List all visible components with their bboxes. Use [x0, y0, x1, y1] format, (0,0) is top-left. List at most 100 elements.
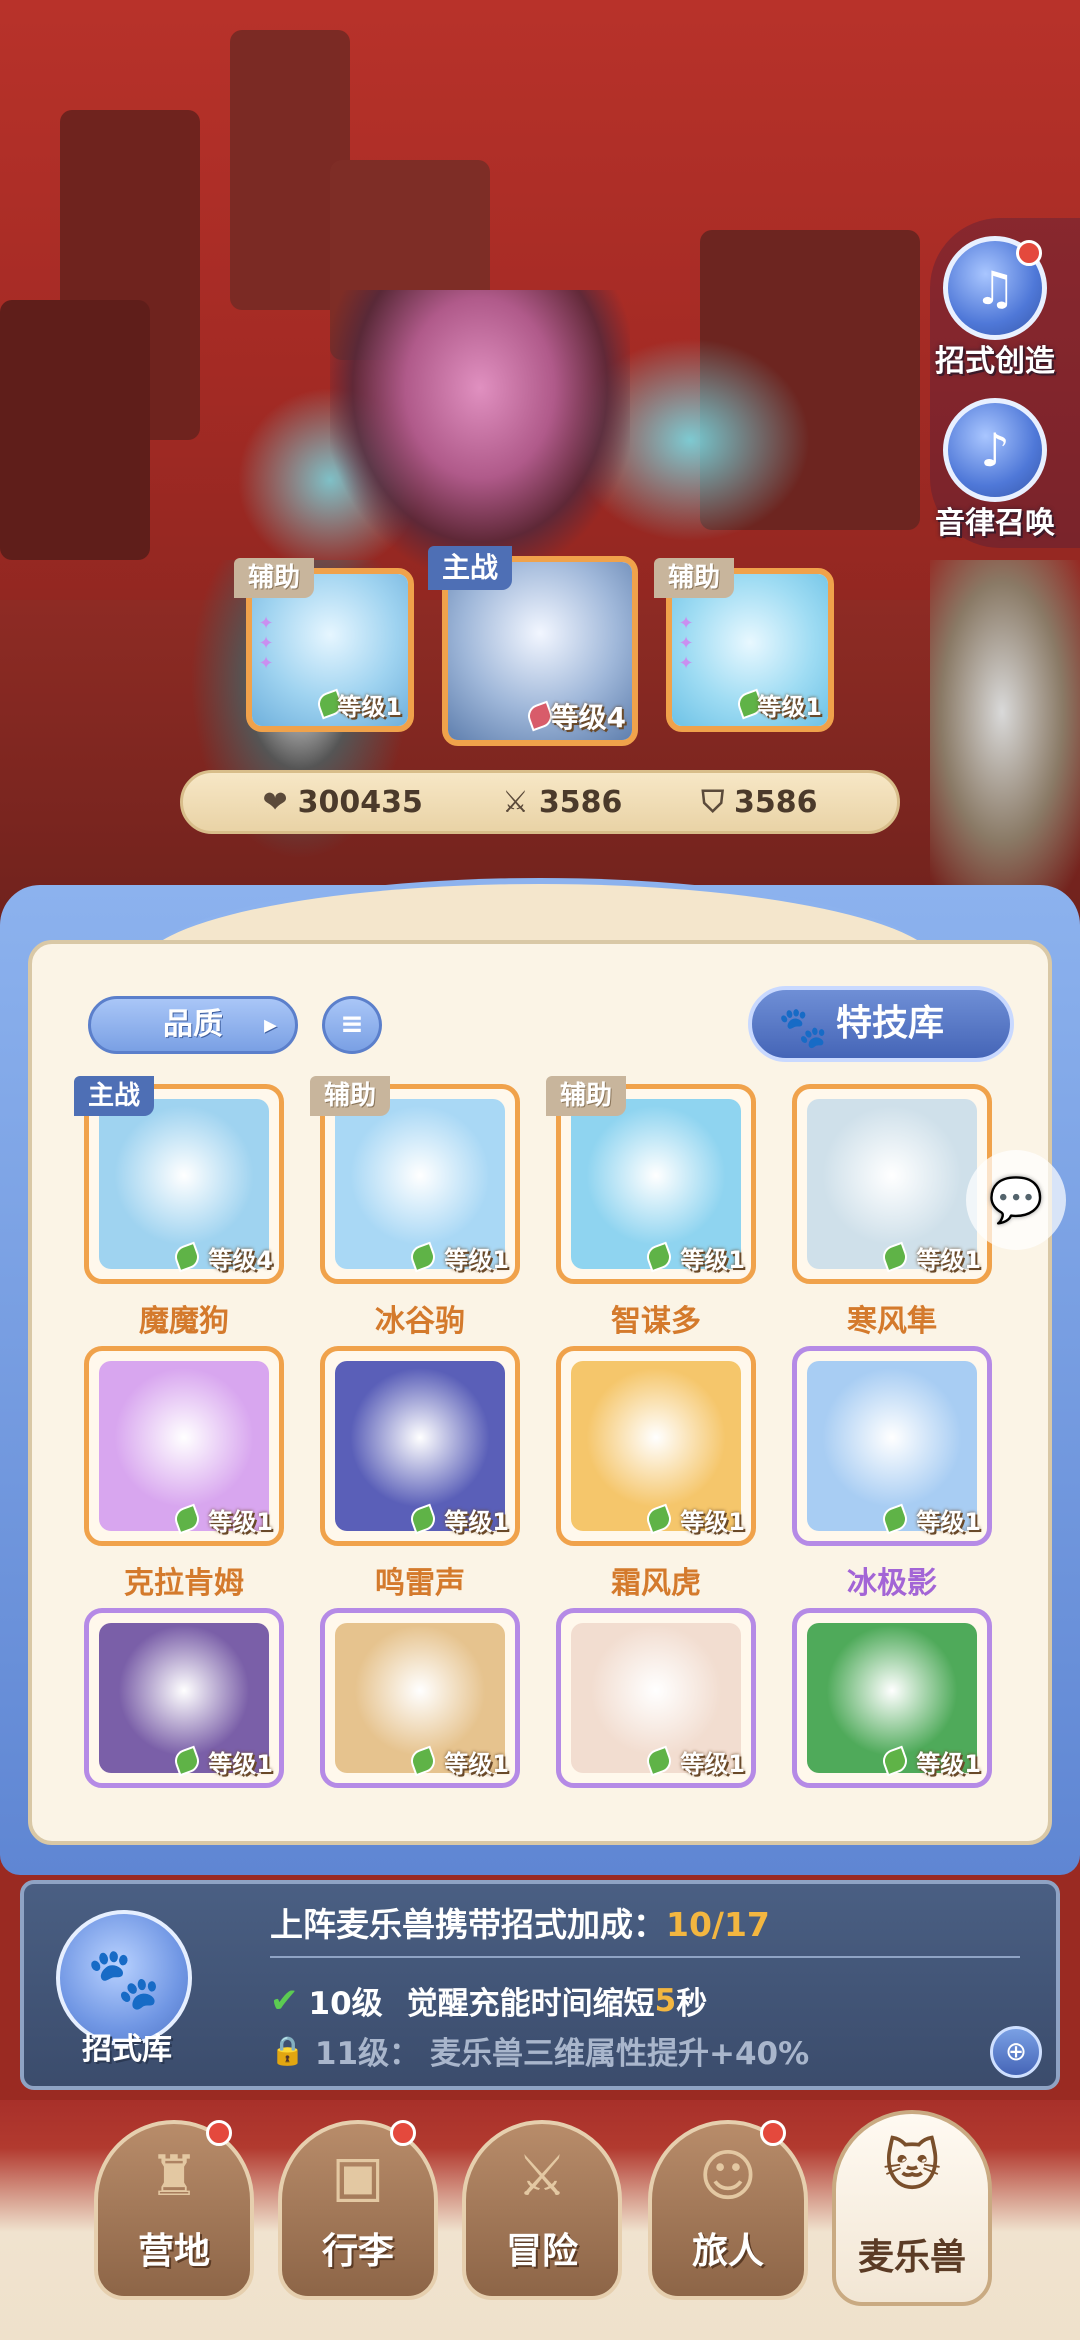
- level-badge: 等级1: [916, 1246, 981, 1274]
- pet-name: 魔魔狗: [139, 1304, 229, 1339]
- heart-icon: ❤: [262, 784, 288, 820]
- bonus-line-unlocked: ✔ 10级 觉醒充能时间缩短 5 秒: [270, 1978, 707, 2023]
- star-rank-icon: ✦ ✦ ✦: [678, 613, 694, 674]
- nav-label: 行李: [321, 2231, 394, 2272]
- level-badge: 等级1: [680, 1750, 745, 1778]
- nav-label: 麦乐兽: [857, 2237, 966, 2278]
- level-badge: 等级1: [444, 1750, 509, 1778]
- castle-icon: ♜: [148, 2144, 200, 2209]
- role-tag: 辅助: [654, 558, 735, 598]
- lyre-icon: ♪: [943, 398, 1047, 502]
- nav-item-1[interactable]: ▣ 行李: [278, 2120, 438, 2300]
- role-tag: 辅助: [234, 558, 315, 598]
- pet-card[interactable]: 等级1: [792, 1346, 992, 1546]
- bonus-unit: 秒: [676, 1986, 708, 2022]
- level-badge: 等级1: [208, 1508, 273, 1536]
- quality-filter-label: 品质: [163, 1007, 223, 1042]
- level-badge: 等级1: [680, 1508, 745, 1536]
- player-character-model: [330, 290, 630, 570]
- bonus-title: 上阵麦乐兽携带招式加成：10/17: [270, 1898, 770, 1946]
- crossed-swords-icon: ⚔: [501, 784, 529, 820]
- chat-bubble-button[interactable]: 💬: [966, 1150, 1066, 1250]
- pet-name: 智谋多: [611, 1304, 701, 1339]
- level-badge: 等级1: [757, 693, 822, 721]
- defense-value: 3586: [733, 784, 818, 820]
- pet-card[interactable]: 等级1: [556, 1346, 756, 1546]
- rhythm-summon-button[interactable]: ♪ 音律召唤: [920, 398, 1070, 542]
- rhythm-summon-label: 音律召唤: [935, 506, 1055, 541]
- role-tag: 主战: [74, 1076, 155, 1116]
- level-badge: 等级1: [337, 693, 402, 721]
- bonus-progress: 10/17: [666, 1905, 770, 1944]
- team-stats-bar: ❤ 300435 ⚔ 3586 ⛉ 3586: [180, 770, 900, 834]
- divider: [270, 1956, 1020, 1958]
- attack-value: 3586: [538, 784, 623, 820]
- move-creation-button[interactable]: ♫ 招式创造: [920, 236, 1070, 380]
- notification-badge: [760, 2120, 786, 2146]
- crossed-swords-icon: ⚔: [516, 2144, 568, 2209]
- traveler-icon: ☺: [698, 2144, 758, 2209]
- background-rock: [0, 300, 150, 560]
- chat-icon: 💬: [988, 1175, 1044, 1226]
- nav-label: 营地: [137, 2231, 210, 2272]
- level-badge: 等级1: [916, 1508, 981, 1536]
- bonus-text: 麦乐兽三维属性提升+40%: [430, 2036, 810, 2072]
- list-sort-icon: ≡: [340, 1007, 364, 1040]
- level-badge: 等级4: [550, 701, 626, 734]
- zoom-in-button[interactable]: ⊕: [990, 2026, 1042, 2078]
- pet-name: 鸣雷声: [375, 1566, 465, 1601]
- cat-pet-icon: 🐱: [882, 2134, 942, 2199]
- check-icon: ✔: [270, 1980, 299, 2021]
- pet-name: 霜风虎: [611, 1566, 701, 1601]
- nav-label: 旅人: [691, 2231, 764, 2272]
- bonus-level: 10级: [308, 1986, 383, 2022]
- skill-library-label: 特技库: [836, 1003, 945, 1044]
- bonus-level: 11级：: [314, 2036, 421, 2072]
- shield-icon: ⛉: [701, 784, 724, 820]
- nav-item-3[interactable]: ☺ 旅人: [648, 2120, 808, 2300]
- bonus-line-locked: 🔒 11级： 麦乐兽三维属性提升+40%: [270, 2028, 809, 2073]
- bonus-text: 觉醒充能时间缩短: [406, 1986, 655, 2022]
- level-badge: 等级1: [444, 1508, 509, 1536]
- level-badge: 等级1: [208, 1750, 273, 1778]
- lock-icon: 🔒: [270, 2034, 305, 2067]
- defense-stat: ⛉ 3586: [701, 785, 817, 820]
- role-tag: 辅助: [310, 1076, 391, 1116]
- nav-item-4[interactable]: 🐱 麦乐兽: [832, 2110, 992, 2306]
- backpack-icon: ▣: [331, 2144, 385, 2209]
- sort-order-button[interactable]: ≡: [322, 996, 382, 1054]
- pet-card[interactable]: 等级1: [320, 1346, 520, 1546]
- pet-card[interactable]: 等级1: [792, 1084, 992, 1284]
- pet-card[interactable]: 等级1: [84, 1608, 284, 1788]
- notification-badge: [390, 2120, 416, 2146]
- quality-filter-button[interactable]: 品质 ▸: [88, 996, 298, 1054]
- pet-card[interactable]: 等级1: [320, 1608, 520, 1788]
- pet-name: 寒风隼: [847, 1304, 937, 1339]
- bonus-value: 5: [654, 1982, 677, 2019]
- level-badge: 等级1: [444, 1246, 509, 1274]
- bonus-title-text: 上阵麦乐兽携带招式加成：: [270, 1905, 666, 1944]
- move-library-label: 招式库: [82, 2032, 172, 2067]
- pet-card[interactable]: 等级1: [84, 1346, 284, 1546]
- nav-label: 冒险: [505, 2231, 578, 2272]
- star-rank-icon: ✦ ✦ ✦: [258, 613, 274, 674]
- magnifier-icon: ⊕: [1005, 2037, 1027, 2067]
- nav-item-0[interactable]: ♜ 营地: [94, 2120, 254, 2300]
- notification-badge: [206, 2120, 232, 2146]
- pet-name: 冰极影: [847, 1566, 937, 1601]
- move-creation-label: 招式创造: [935, 344, 1055, 379]
- paw-icon: 🐾: [778, 1005, 828, 1051]
- pet-card[interactable]: 等级1: [556, 1608, 756, 1788]
- hp-stat: ❤ 300435: [263, 785, 423, 820]
- role-tag: 辅助: [546, 1076, 627, 1116]
- npc-character-model: [930, 560, 1080, 940]
- skill-library-button[interactable]: 🐾 特技库: [748, 986, 1014, 1062]
- pet-name: 冰谷驹: [375, 1304, 465, 1339]
- notification-badge: [1016, 240, 1042, 266]
- level-badge: 等级1: [916, 1750, 981, 1778]
- level-badge: 等级4: [208, 1246, 273, 1274]
- paw-icon: 🐾: [86, 1943, 162, 2014]
- role-tag: 主战: [428, 546, 513, 590]
- nav-item-2[interactable]: ⚔ 冒险: [462, 2120, 622, 2300]
- pet-card[interactable]: 等级1: [792, 1608, 992, 1788]
